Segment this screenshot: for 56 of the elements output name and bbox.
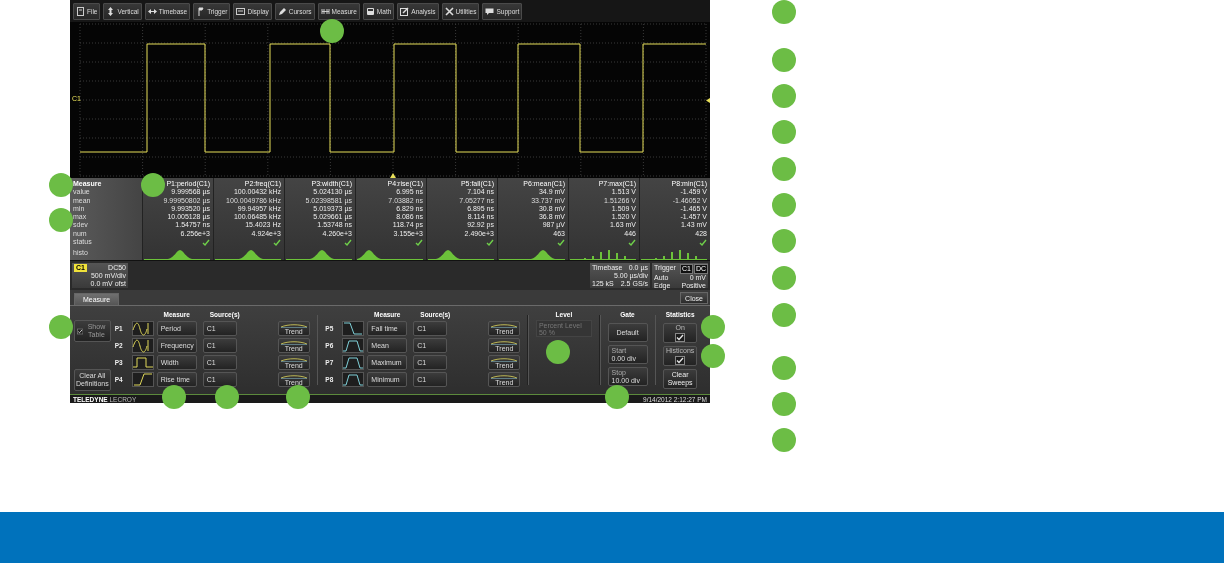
callout-marker	[772, 48, 796, 72]
waveform-icon	[342, 321, 365, 336]
trend-line-icon	[279, 323, 308, 328]
chat-icon	[485, 6, 495, 16]
waveform-icon	[342, 355, 365, 370]
callout-marker	[772, 392, 796, 416]
callout-marker	[772, 84, 796, 108]
trend-line-icon	[279, 374, 308, 379]
trigger-level-icon	[706, 98, 710, 103]
callout-marker	[772, 0, 796, 24]
waveform-icon	[342, 372, 365, 387]
callout-marker	[772, 229, 796, 253]
trend-line-icon	[279, 357, 308, 362]
edit-box-icon	[400, 6, 410, 16]
trend-line-icon	[279, 340, 308, 345]
histogram-drawing	[570, 248, 636, 260]
waveform-icon	[131, 321, 154, 336]
histogram-drawing	[286, 248, 352, 260]
histogram-drawing	[215, 248, 281, 260]
callout-marker	[772, 356, 796, 380]
trend-line-icon	[490, 323, 519, 328]
waveform-icon	[131, 338, 154, 353]
waveform-icon	[342, 338, 365, 353]
vertical-arrow-icon	[106, 6, 116, 16]
callout-marker	[605, 385, 629, 409]
histogram-drawing	[428, 248, 494, 260]
callout-marker	[49, 173, 73, 197]
callout-marker	[162, 385, 186, 409]
callout-marker	[772, 428, 796, 452]
callout-marker	[772, 120, 796, 144]
callout-marker	[49, 315, 73, 339]
callout-marker	[286, 385, 310, 409]
monitor-icon	[236, 6, 246, 16]
callout-marker	[772, 303, 796, 327]
histogram-drawing	[144, 248, 210, 260]
ruler-icon	[320, 6, 330, 16]
trend-line-icon	[490, 374, 519, 379]
document-icon	[76, 6, 85, 16]
flag-icon	[196, 6, 206, 16]
horizontal-arrow-icon	[147, 6, 157, 16]
waveform-icon	[131, 355, 154, 370]
histogram-drawing	[499, 248, 565, 260]
histogram-drawing	[357, 248, 423, 260]
pencil-icon	[277, 6, 287, 16]
callout-marker	[701, 315, 725, 339]
callout-marker	[772, 157, 796, 181]
trend-line-icon	[490, 357, 519, 362]
callout-marker	[215, 385, 239, 409]
histogram-drawing	[641, 248, 707, 260]
callout-marker	[49, 208, 73, 232]
callout-marker	[701, 344, 725, 368]
callout-marker	[772, 266, 796, 290]
trend-line-icon	[490, 340, 519, 345]
waveform-icon	[131, 372, 154, 387]
callout-marker	[772, 193, 796, 217]
calculator-icon	[365, 6, 375, 16]
